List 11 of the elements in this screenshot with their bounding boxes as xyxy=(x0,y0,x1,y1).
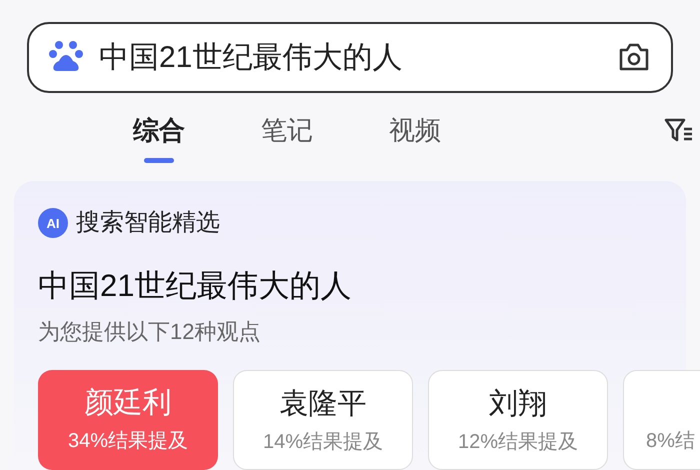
ai-badge-label: 搜索智能精选 xyxy=(76,208,220,238)
viewpoint-option[interactable]: 8%结 xyxy=(623,370,700,470)
camera-icon[interactable] xyxy=(617,42,651,72)
viewpoint-option[interactable]: 袁隆平 14%结果提及 xyxy=(233,370,413,470)
search-field[interactable]: 中国21世纪最伟大的人 xyxy=(27,22,673,94)
viewpoint-option[interactable]: 刘翔 12%结果提及 xyxy=(428,370,608,470)
filter-icon[interactable] xyxy=(664,117,694,144)
search-query: 中国21世纪最伟大的人 xyxy=(99,40,404,76)
answer-title: 中国21世纪最伟大的人 xyxy=(38,266,352,304)
ai-badge-icon: AI xyxy=(38,208,68,238)
answer-subtitle: 为您提供以下12种观点 xyxy=(38,318,262,346)
